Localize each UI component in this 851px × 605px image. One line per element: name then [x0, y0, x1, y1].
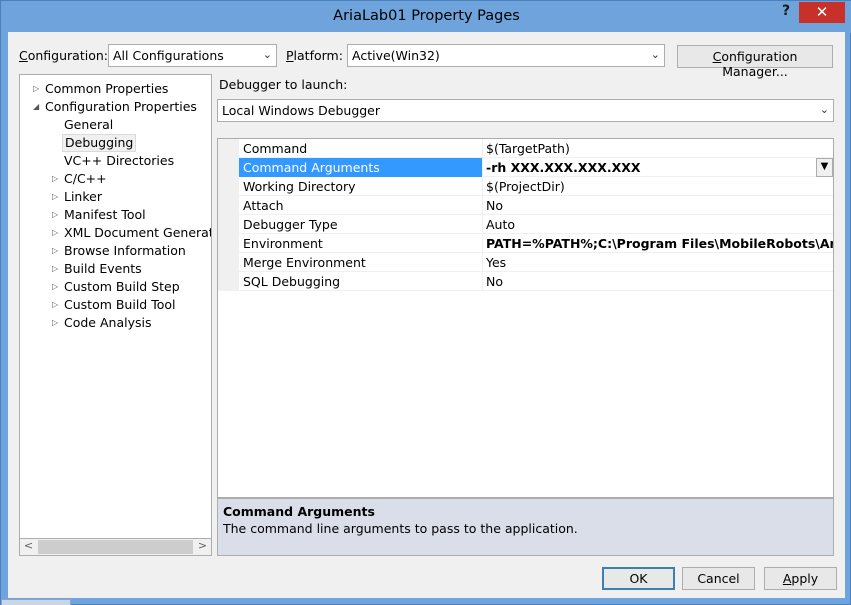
property-name: Command — [239, 139, 483, 158]
window-title: AriaLab01 Property Pages — [333, 8, 520, 24]
description-text: The command line arguments to pass to th… — [223, 521, 578, 536]
property-value[interactable]: No — [483, 272, 833, 291]
help-icon[interactable]: ? — [775, 3, 797, 23]
platform-dropdown[interactable]: Active(Win32) ⌄ — [347, 44, 665, 67]
property-name: Command Arguments — [239, 158, 483, 177]
tree-expand-icon[interactable]: ▷ — [52, 282, 62, 296]
property-row-debugger-type[interactable]: Debugger Type Auto — [239, 215, 833, 234]
property-value[interactable]: Yes — [483, 253, 833, 272]
property-name: Attach — [239, 196, 483, 215]
ok-button[interactable]: OK — [602, 567, 675, 590]
tree-horizontal-scrollbar[interactable]: < > — [19, 538, 212, 556]
tree-item-manifest-tool[interactable]: Manifest Tool — [64, 206, 146, 224]
description-title: Command Arguments — [223, 504, 375, 519]
property-value[interactable]: PATH=%PATH%;C:\Program Files\MobileRobot… — [483, 234, 833, 253]
tree-item-vc-directories[interactable]: VC++ Directories — [64, 152, 174, 170]
property-value[interactable]: Auto — [483, 215, 833, 234]
tree-expand-icon[interactable]: ▷ — [52, 300, 62, 314]
configuration-value: All Configurations — [113, 48, 224, 63]
tree-item-configuration-properties[interactable]: Configuration Properties — [45, 98, 197, 116]
tree-expand-icon[interactable]: ▷ — [52, 174, 62, 188]
scroll-right-arrow-icon[interactable]: > — [194, 539, 211, 555]
apply-button[interactable]: Apply — [764, 567, 837, 590]
tree-item-browse-information[interactable]: Browse Information — [64, 242, 186, 260]
property-tree[interactable]: Common Properties ▷ Configuration Proper… — [19, 74, 212, 556]
property-name: SQL Debugging — [239, 272, 483, 291]
tree-expand-icon[interactable]: ▷ — [33, 84, 43, 98]
title-bar[interactable]: AriaLab01 Property Pages ? ✕ — [1, 1, 851, 33]
tree-expand-icon[interactable]: ▷ — [52, 228, 62, 242]
property-row-attach[interactable]: Attach No — [239, 196, 833, 215]
debugger-value: Local Windows Debugger — [222, 103, 381, 118]
tree-expand-icon[interactable]: ▷ — [52, 246, 62, 260]
platform-value: Active(Win32) — [352, 48, 440, 63]
tree-expand-icon[interactable]: ▷ — [52, 210, 62, 224]
tree-item-common-properties[interactable]: Common Properties — [45, 80, 168, 98]
tree-expand-icon[interactable]: ▷ — [52, 192, 62, 206]
chevron-down-icon[interactable]: ▼ — [816, 158, 833, 177]
chevron-down-icon: ⌄ — [650, 48, 660, 61]
property-row-merge-environment[interactable]: Merge Environment Yes — [239, 253, 833, 272]
property-value[interactable]: $(ProjectDir) — [483, 177, 833, 196]
property-row-working-directory[interactable]: Working Directory $(ProjectDir) — [239, 177, 833, 196]
platform-label: Platform: — [286, 48, 343, 63]
tree-item-c-cpp[interactable]: C/C++ — [64, 170, 107, 188]
scroll-left-arrow-icon[interactable]: < — [20, 539, 37, 555]
tree-item-xml-document-generator[interactable]: XML Document Generator — [64, 224, 211, 242]
tree-item-build-events[interactable]: Build Events — [64, 260, 142, 278]
property-value-editor[interactable]: -rh XXX.XXX.XXX.XXX ▼ — [483, 158, 833, 177]
tree-collapse-icon[interactable]: ◢ — [33, 102, 43, 116]
close-button[interactable]: ✕ — [799, 2, 845, 23]
property-name: Merge Environment — [239, 253, 483, 272]
tree-expand-icon[interactable]: ▷ — [52, 318, 62, 332]
debugger-dropdown[interactable]: Local Windows Debugger ⌄ — [217, 99, 834, 122]
command-arguments-value[interactable]: -rh XXX.XXX.XXX.XXX — [486, 160, 641, 175]
tree-expand-icon[interactable]: ▷ — [52, 264, 62, 278]
property-name: Environment — [239, 234, 483, 253]
tree-item-linker[interactable]: Linker — [64, 188, 102, 206]
property-value[interactable]: No — [483, 196, 833, 215]
property-row-environment[interactable]: Environment PATH=%PATH%;C:\Program Files… — [239, 234, 833, 253]
chevron-down-icon: ⌄ — [819, 103, 829, 116]
tree-item-code-analysis[interactable]: Code Analysis — [64, 314, 151, 332]
property-grid: Command $(TargetPath) Command Arguments … — [217, 138, 834, 498]
property-row-command-arguments[interactable]: Command Arguments -rh XXX.XXX.XXX.XXX ▼ — [239, 158, 833, 177]
tree-item-debugging[interactable]: Debugging — [62, 134, 137, 152]
property-name: Working Directory — [239, 177, 483, 196]
property-row-command[interactable]: Command $(TargetPath) — [239, 139, 833, 158]
property-name: Debugger Type — [239, 215, 483, 234]
dialog-client-area: Configuration: All Configurations ⌄ Plat… — [8, 32, 845, 598]
tree-item-custom-build-tool[interactable]: Custom Build Tool — [64, 296, 176, 314]
description-pane: Command Arguments The command line argum… — [217, 498, 834, 556]
property-row-sql-debugging[interactable]: SQL Debugging No — [239, 272, 833, 291]
property-pages-window: AriaLab01 Property Pages ? ✕ Configurati… — [0, 0, 851, 605]
tree-item-custom-build-step[interactable]: Custom Build Step — [64, 278, 180, 296]
scrollbar-thumb[interactable] — [38, 540, 193, 554]
chevron-down-icon: ⌄ — [262, 48, 272, 61]
configuration-manager-button[interactable]: Configuration Manager... — [677, 45, 833, 79]
grid-gutter — [218, 139, 239, 291]
debugger-label: Debugger to launch: — [219, 77, 348, 92]
cancel-button[interactable]: Cancel — [682, 567, 755, 590]
taskbar-fragment — [1, 599, 71, 605]
configuration-dropdown[interactable]: All Configurations ⌄ — [108, 44, 277, 67]
tree-item-general[interactable]: General — [64, 116, 113, 134]
property-value[interactable]: $(TargetPath) — [483, 139, 833, 158]
configuration-label: Configuration: — [19, 48, 108, 63]
